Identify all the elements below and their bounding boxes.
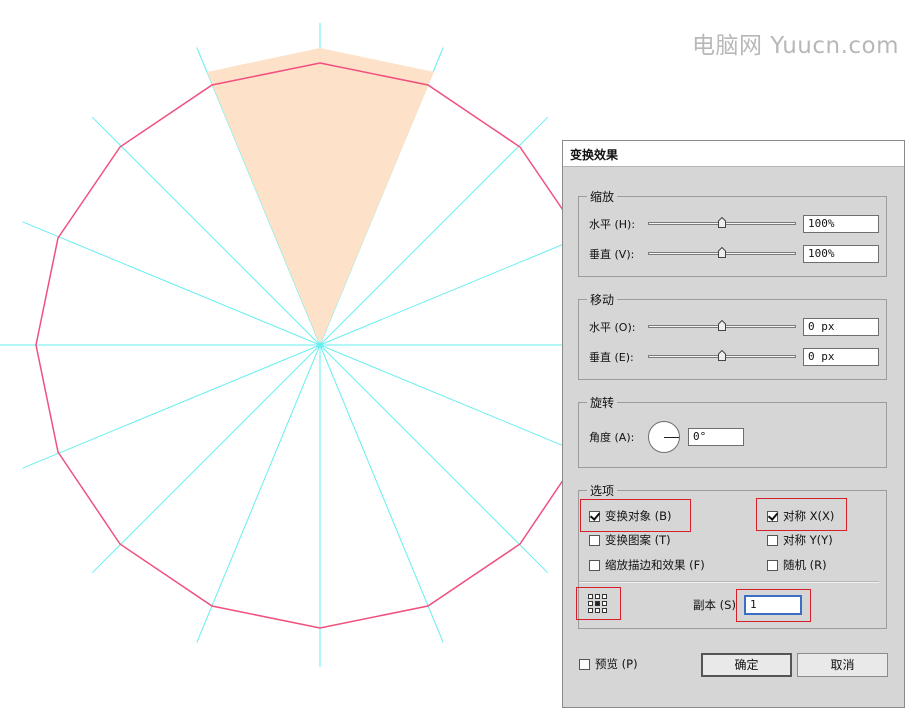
- slider-thumb-icon[interactable]: [718, 217, 726, 228]
- random-label: 随机 (R): [783, 558, 827, 572]
- rotate-group-label: 旋转: [587, 394, 618, 411]
- highlighted-wedge: [207, 48, 434, 345]
- annotation-box-reflect-x: [756, 498, 847, 531]
- angle-label: 角度 (A):: [589, 431, 635, 444]
- scale-vertical-label: 垂直 (V):: [589, 248, 635, 261]
- move-horizontal-label: 水平 (O):: [589, 321, 636, 334]
- scale-vertical-slider[interactable]: [648, 245, 796, 263]
- scale-horizontal-slider[interactable]: [648, 215, 796, 233]
- options-divider: [579, 581, 879, 583]
- slider-thumb-icon[interactable]: [718, 320, 726, 331]
- preview-label: 预览 (P): [595, 657, 638, 671]
- reflect-y-label: 对称 Y(Y): [783, 533, 833, 547]
- annotation-box-transform-objects: [580, 499, 691, 532]
- scale-group: 缩放 水平 (H): 100% 垂直 (V): 100%: [578, 188, 887, 277]
- scale-strokes-label: 缩放描边和效果 (F): [605, 558, 705, 572]
- move-group-label: 移动: [587, 291, 618, 308]
- move-group: 移动 水平 (O): 0 px 垂直 (E): 0 px: [578, 291, 887, 380]
- preview-checkbox[interactable]: [579, 659, 590, 670]
- move-vertical-input[interactable]: 0 px: [803, 348, 879, 366]
- random-checkbox[interactable]: [767, 560, 778, 571]
- center-point: [317, 342, 323, 348]
- move-vertical-label: 垂直 (E):: [589, 351, 634, 364]
- scale-horizontal-input[interactable]: 100%: [803, 215, 879, 233]
- move-vertical-slider[interactable]: [648, 348, 796, 366]
- move-horizontal-input[interactable]: 0 px: [803, 318, 879, 336]
- slider-thumb-icon[interactable]: [718, 350, 726, 361]
- annotation-box-reference-point: [576, 587, 621, 620]
- ok-button[interactable]: 确定: [701, 653, 792, 677]
- scale-vertical-input[interactable]: 100%: [803, 245, 879, 263]
- scale-group-label: 缩放: [587, 188, 618, 205]
- angle-input[interactable]: 0°: [688, 428, 744, 446]
- options-group-label: 选项: [587, 482, 618, 499]
- scale-strokes-checkbox[interactable]: [589, 560, 600, 571]
- reflect-y-checkbox[interactable]: [767, 535, 778, 546]
- angle-dial[interactable]: [648, 421, 680, 453]
- transform-effect-dialog: 变换效果 缩放 水平 (H): 100% 垂直 (V): 100% 移动 水平 …: [562, 140, 905, 708]
- transform-patterns-checkbox[interactable]: [589, 535, 600, 546]
- copies-label: 副本 (S): [693, 598, 736, 612]
- annotation-box-copies: [736, 589, 811, 622]
- watermark-text: 电脑网 Yuucn.com: [692, 33, 900, 59]
- move-horizontal-slider[interactable]: [648, 318, 796, 336]
- dialog-title: 变换效果: [563, 141, 904, 167]
- transform-patterns-label: 变换图案 (T): [605, 533, 671, 547]
- slider-thumb-icon[interactable]: [718, 247, 726, 258]
- cancel-button[interactable]: 取消: [797, 653, 888, 677]
- rotate-group: 旋转 角度 (A): 0°: [578, 394, 887, 468]
- scale-horizontal-label: 水平 (H):: [589, 218, 636, 231]
